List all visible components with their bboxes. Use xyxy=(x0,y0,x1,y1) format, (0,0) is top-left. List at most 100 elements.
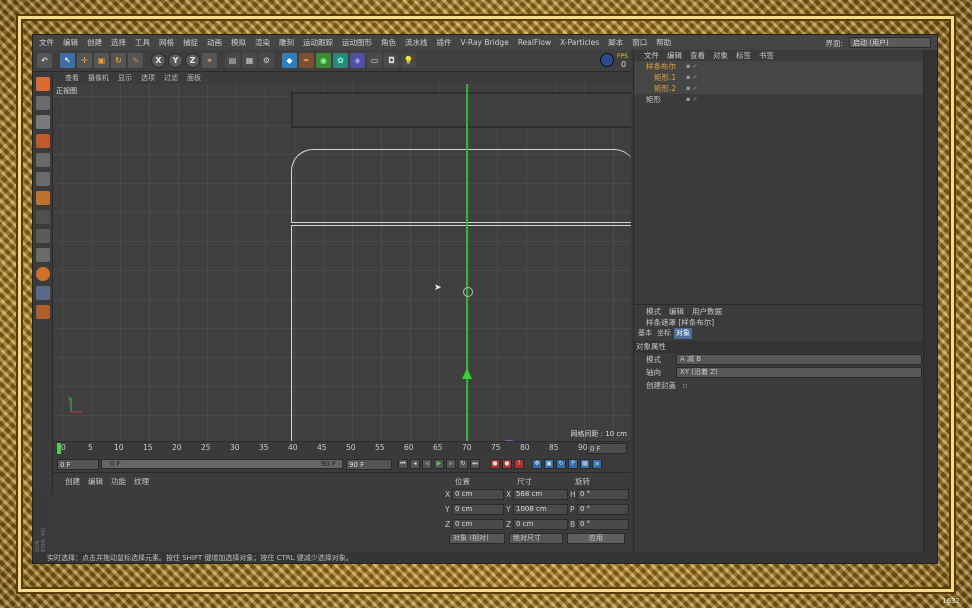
rotate-icon[interactable]: ↻ xyxy=(111,53,126,68)
polygons-mode-icon[interactable] xyxy=(36,191,50,205)
menu-realflow[interactable]: RealFlow xyxy=(518,38,551,47)
magnet-icon[interactable] xyxy=(36,267,50,281)
preview-range-slider[interactable]: 0 F 90 F xyxy=(101,459,343,469)
material-menu-edit[interactable]: 编辑 xyxy=(88,476,103,487)
objmgr-menu-objects[interactable]: 对象 xyxy=(713,50,728,61)
lock-icon[interactable] xyxy=(36,248,50,262)
snap-icon[interactable] xyxy=(36,229,50,243)
step-back-icon[interactable]: ◃ xyxy=(422,459,432,469)
objmgr-menu-bookmarks[interactable]: 书签 xyxy=(759,50,774,61)
menu-xparticles[interactable]: X-Particles xyxy=(560,38,599,47)
rotation-h-field[interactable]: 0 ° xyxy=(577,489,629,500)
layout-select[interactable]: 启动 (用户) xyxy=(849,37,931,48)
menu-snap[interactable]: 捕捉 xyxy=(183,37,198,48)
light-icon[interactable]: 💡 xyxy=(401,53,416,68)
end-frame-field[interactable]: 90 F xyxy=(346,459,392,470)
key-scale-icon[interactable]: ▣ xyxy=(544,459,554,469)
autokey-icon[interactable]: ● xyxy=(502,459,512,469)
subdivision-icon[interactable]: ◉ xyxy=(316,53,331,68)
scale-icon[interactable]: ▣ xyxy=(94,53,109,68)
position-y-field[interactable]: 0 cm xyxy=(452,504,504,515)
rotation-b-field[interactable]: 0 ° xyxy=(577,519,629,530)
planar-snap-icon[interactable] xyxy=(36,305,50,319)
edges-mode-icon[interactable] xyxy=(36,172,50,186)
key-pla-icon[interactable]: ▦ xyxy=(580,459,590,469)
live-select-icon[interactable]: ↖ xyxy=(60,53,75,68)
render-picture-viewer-icon[interactable]: ▦ xyxy=(242,53,257,68)
timeline-menu-icon[interactable]: ≡ xyxy=(592,459,602,469)
z-axis-toggle[interactable]: Z xyxy=(185,53,200,68)
position-x-field[interactable]: 0 cm xyxy=(452,489,504,500)
play-icon[interactable]: ▶ xyxy=(434,459,444,469)
attr-menu-userdata[interactable]: 用户数据 xyxy=(692,306,722,317)
objmgr-menu-edit[interactable]: 编辑 xyxy=(667,50,682,61)
size-z-field[interactable]: 0 cm xyxy=(513,519,568,530)
position-z-field[interactable]: 0 cm xyxy=(452,519,504,530)
viewport-menu-options[interactable]: 选项 xyxy=(141,73,155,83)
front-viewport[interactable]: 正视图 ➤ y 网格间距 : 10 cm xyxy=(53,84,631,441)
attr-menu-mode[interactable]: 模式 xyxy=(646,306,661,317)
tab-coord[interactable]: 坐标 xyxy=(655,328,673,339)
workplane-icon[interactable] xyxy=(36,134,50,148)
y-axis-toggle[interactable]: Y xyxy=(168,53,183,68)
viewport-menu-display[interactable]: 显示 xyxy=(118,73,132,83)
pen-spline-icon[interactable]: ✒ xyxy=(299,53,314,68)
menu-simulate[interactable]: 模拟 xyxy=(231,37,246,48)
axis-select[interactable]: XY (沿着 Z) xyxy=(676,367,922,378)
material-menu-create[interactable]: 创建 xyxy=(65,476,80,487)
axis-mode-icon[interactable] xyxy=(36,210,50,224)
visibility-icon[interactable]: ▪ ✓ xyxy=(686,72,698,83)
material-menu-function[interactable]: 功能 xyxy=(111,476,126,487)
texture-mode-icon[interactable] xyxy=(36,115,50,129)
menu-render[interactable]: 渲染 xyxy=(255,37,270,48)
tab-object[interactable]: 对象 xyxy=(674,328,692,339)
viewport-menu-view[interactable]: 查看 xyxy=(65,73,79,83)
menu-file[interactable]: 文件 xyxy=(39,37,54,48)
menu-sculpt[interactable]: 雕刻 xyxy=(279,37,294,48)
render-settings-icon[interactable]: ⚙ xyxy=(259,53,274,68)
object-row-spline-boole[interactable]: 样条布尔 ▪ ✓ xyxy=(634,61,923,72)
viewport-menu-filter[interactable]: 过滤 xyxy=(164,73,178,83)
floor-icon[interactable]: ▭ xyxy=(367,53,382,68)
objmgr-menu-view[interactable]: 查看 xyxy=(690,50,705,61)
menu-window[interactable]: 窗口 xyxy=(632,37,647,48)
size-y-field[interactable]: 1008 cm xyxy=(513,504,568,515)
record-icon[interactable]: ● xyxy=(490,459,500,469)
menu-edit[interactable]: 编辑 xyxy=(63,37,78,48)
rotation-p-field[interactable]: 0 ° xyxy=(577,504,629,515)
step-forward-icon[interactable]: ▹ xyxy=(446,459,456,469)
menu-select[interactable]: 选择 xyxy=(111,37,126,48)
menu-mograph[interactable]: 运动图形 xyxy=(342,37,372,48)
keyframe-selection-icon[interactable]: ? xyxy=(514,459,524,469)
key-param-icon[interactable]: P xyxy=(568,459,578,469)
deformer-icon[interactable]: ◈ xyxy=(350,53,365,68)
soft-selection-icon[interactable] xyxy=(36,286,50,300)
move-icon[interactable]: ✛ xyxy=(77,53,92,68)
coordinate-system-icon[interactable]: ⌖ xyxy=(202,53,217,68)
menu-motion-tracking[interactable]: 运动跟踪 xyxy=(303,37,333,48)
tab-basic[interactable]: 基本 xyxy=(636,328,654,339)
render-view-icon[interactable]: ▤ xyxy=(225,53,240,68)
undo-icon[interactable]: ↶ xyxy=(37,53,52,68)
menu-animate[interactable]: 动画 xyxy=(207,37,222,48)
object-row-rectangle-1[interactable]: 矩形.1 ▪ ✓ xyxy=(634,72,923,83)
apply-button[interactable]: 应用 xyxy=(567,533,625,544)
rectangle-spline[interactable] xyxy=(291,225,631,441)
top-rectangle-shape[interactable] xyxy=(291,92,631,128)
loop-icon[interactable]: ↻ xyxy=(458,459,468,469)
cube-icon[interactable]: ◆ xyxy=(282,53,297,68)
menu-pipeline[interactable]: 流水线 xyxy=(405,37,428,48)
model-mode-icon[interactable] xyxy=(36,96,50,110)
objmgr-menu-tags[interactable]: 标签 xyxy=(736,50,751,61)
key-position-icon[interactable]: ✥ xyxy=(532,459,542,469)
menu-character[interactable]: 角色 xyxy=(381,37,396,48)
menu-tools[interactable]: 工具 xyxy=(135,37,150,48)
mode-select[interactable]: A 减 B xyxy=(676,354,922,365)
x-axis-toggle[interactable]: X xyxy=(151,53,166,68)
render-fps-icon[interactable] xyxy=(600,53,614,67)
go-to-end-icon[interactable]: ⏭ xyxy=(470,459,480,469)
current-frame-field[interactable]: 0 F xyxy=(587,443,627,454)
timeline-ruler[interactable]: 0 5 10 15 20 25 30 35 40 45 50 55 60 65 … xyxy=(53,441,631,455)
object-row-rectangle[interactable]: 矩形 ▪ ✓ xyxy=(634,94,923,105)
viewport-menu-camera[interactable]: 摄像机 xyxy=(88,73,109,83)
